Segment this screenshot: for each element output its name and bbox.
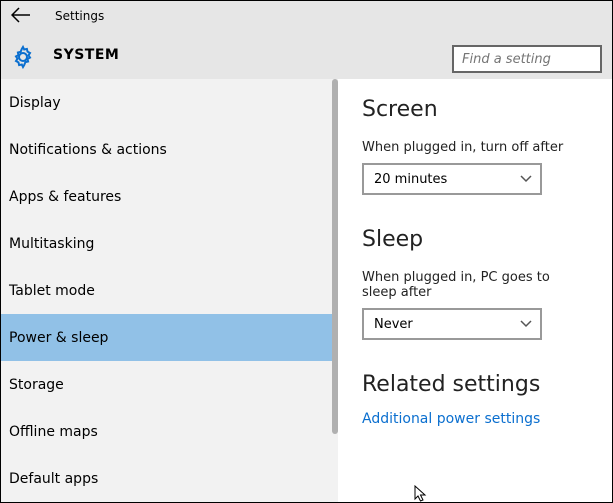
sidebar-item-label: Display xyxy=(9,95,61,111)
sidebar-item-label: Multitasking xyxy=(9,236,94,252)
sidebar-item-storage[interactable]: Storage xyxy=(1,361,338,408)
sidebar-item-apps-features[interactable]: Apps & features xyxy=(1,173,338,220)
screen-turnoff-label: When plugged in, turn off after xyxy=(362,140,588,155)
sidebar-item-label: Tablet mode xyxy=(9,283,95,299)
sleep-label: When plugged in, PC goes to sleep after xyxy=(362,270,588,300)
sleep-value: Never xyxy=(374,317,413,332)
scrollbar-thumb[interactable] xyxy=(332,79,338,434)
screen-turnoff-value: 20 minutes xyxy=(374,172,447,187)
sidebar-item-label: Default apps xyxy=(9,471,98,487)
sidebar: Display Notifications & actions Apps & fea… xyxy=(1,79,338,502)
sidebar-item-label: Apps & features xyxy=(9,189,121,205)
screen-heading: Screen xyxy=(362,97,588,122)
additional-power-settings-link[interactable]: Additional power settings xyxy=(362,411,588,427)
sidebar-item-label: Power & sleep xyxy=(9,330,108,346)
sidebar-item-default-apps[interactable]: Default apps xyxy=(1,455,338,502)
section-title: SYSTEM xyxy=(53,47,119,63)
chevron-down-icon xyxy=(520,318,532,331)
screen-turnoff-dropdown[interactable]: 20 minutes xyxy=(362,163,542,195)
sidebar-item-display[interactable]: Display xyxy=(1,79,338,126)
chevron-down-icon xyxy=(520,173,532,186)
app-title: Settings xyxy=(55,9,104,23)
content-pane: Screen When plugged in, turn off after 2… xyxy=(338,79,612,502)
sidebar-item-label: Notifications & actions xyxy=(9,142,167,158)
sidebar-item-notifications-actions[interactable]: Notifications & actions xyxy=(1,126,338,173)
search-box[interactable] xyxy=(452,45,602,73)
sleep-dropdown[interactable]: Never xyxy=(362,308,542,340)
back-button[interactable] xyxy=(11,7,31,28)
sidebar-item-label: Storage xyxy=(9,377,64,393)
sidebar-item-tablet-mode[interactable]: Tablet mode xyxy=(1,267,338,314)
gear-icon xyxy=(11,45,35,69)
scrollbar[interactable] xyxy=(328,79,338,502)
header: Settings SYSTEM xyxy=(1,1,612,79)
search-input[interactable] xyxy=(454,47,600,71)
related-settings-heading: Related settings xyxy=(362,372,588,397)
sidebar-item-offline-maps[interactable]: Offline maps xyxy=(1,408,338,455)
sleep-heading: Sleep xyxy=(362,227,588,252)
sidebar-item-multitasking[interactable]: Multitasking xyxy=(1,220,338,267)
sidebar-item-power-sleep[interactable]: Power & sleep xyxy=(1,314,338,361)
sidebar-item-label: Offline maps xyxy=(9,424,98,440)
